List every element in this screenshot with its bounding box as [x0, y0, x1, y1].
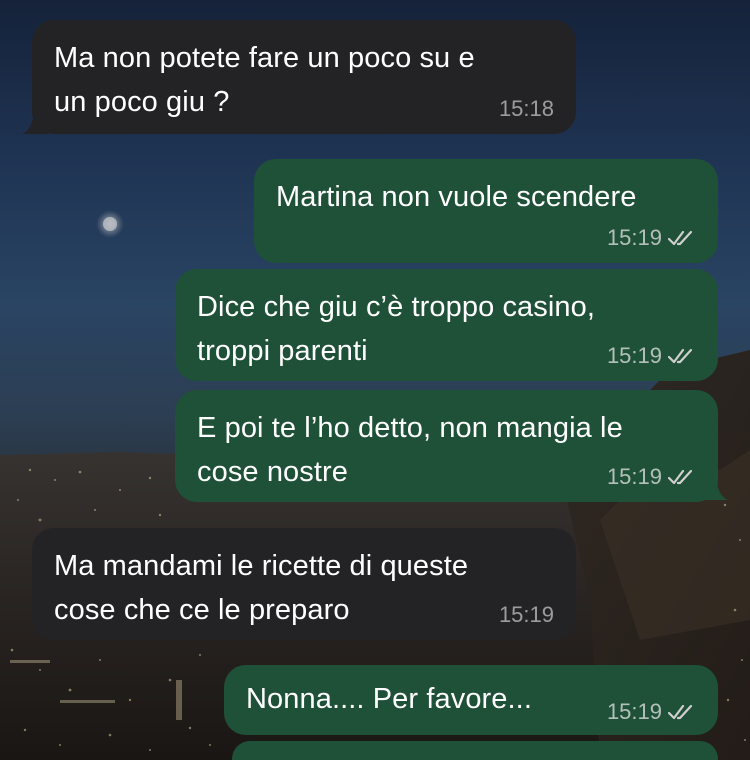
message-bubble-outgoing[interactable]: Dice che giu c’è troppo casino, troppi p… — [175, 269, 718, 381]
message-timestamp: 15:19 — [498, 602, 554, 627]
double-check-icon — [668, 704, 693, 720]
double-check-icon — [668, 230, 693, 246]
message-meta: 15:19 — [607, 697, 696, 727]
message-meta: 15:19 — [499, 600, 554, 630]
double-check-icon — [668, 348, 693, 364]
message-meta: 15:19 — [607, 223, 696, 253]
message-text: Martina non vuole scendere — [276, 181, 637, 213]
message-text: Dice che giu c’è troppo casino, troppi p… — [197, 291, 596, 367]
message-text: Nonna.... Per favore... — [246, 683, 532, 715]
message-meta: 15:19 — [607, 462, 696, 492]
message-timestamp: 15:19 — [606, 699, 662, 724]
message-timestamp: 15:19 — [606, 343, 662, 368]
double-check-icon — [668, 469, 693, 485]
message-bubble-incoming[interactable]: Ma non potete fare un poco su e un poco … — [32, 20, 576, 134]
message-bubble-outgoing[interactable]: Martina non vuole scendere 15:19 — [254, 159, 718, 263]
message-text: E poi te l’ho detto, non mangia le cose … — [197, 412, 623, 488]
message-timestamp: 15:19 — [606, 225, 662, 250]
message-bubble-outgoing[interactable]: E poi te l’ho detto, non mangia le cose … — [175, 390, 718, 502]
message-bubble-outgoing-partial[interactable] — [232, 741, 718, 760]
message-timestamp: 15:19 — [606, 464, 662, 489]
message-bubble-incoming[interactable]: Ma mandami le ricette di queste cose che… — [32, 528, 576, 640]
message-timestamp: 15:18 — [498, 96, 554, 121]
message-text: Ma non potete fare un poco su e un poco … — [54, 42, 475, 118]
message-meta: 15:18 — [499, 94, 554, 124]
message-text: Ma mandami le ricette di queste cose che… — [54, 550, 469, 626]
message-bubble-outgoing[interactable]: Nonna.... Per favore... 15:19 — [224, 665, 718, 735]
message-meta: 15:19 — [607, 341, 696, 371]
